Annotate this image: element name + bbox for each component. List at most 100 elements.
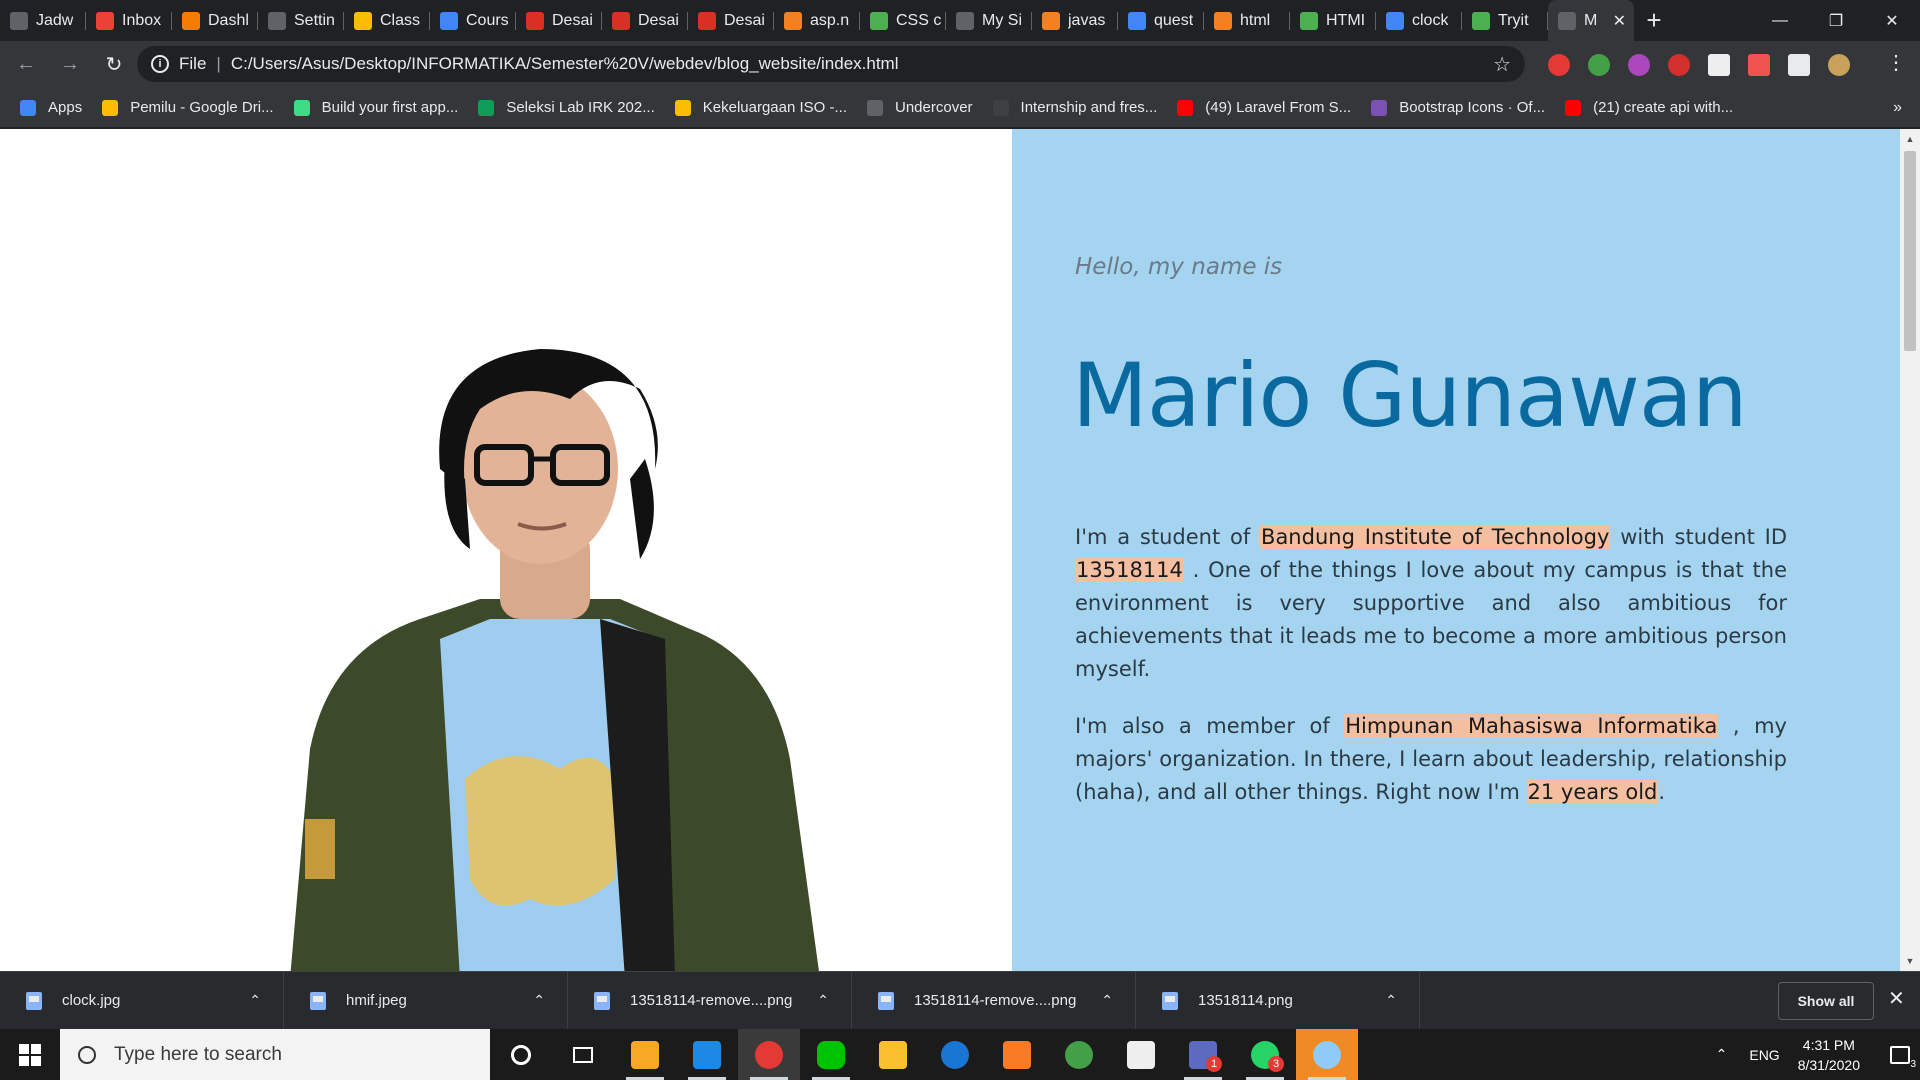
- site-info-icon[interactable]: i: [151, 55, 169, 73]
- calendar-extension-icon[interactable]: [1748, 53, 1770, 76]
- edge-taskbar-icon[interactable]: [924, 1029, 986, 1080]
- browser-tab[interactable]: Dashl: [172, 0, 258, 41]
- record-extension-icon[interactable]: [1668, 53, 1690, 76]
- browser-tab[interactable]: M ✕: [1548, 0, 1634, 41]
- color-extension-icon[interactable]: [1628, 53, 1650, 76]
- download-item[interactable]: 13518114-remove....png ⌃: [568, 971, 852, 1030]
- greeting-text: Hello, my name is: [1075, 254, 1283, 280]
- browser-tab[interactable]: html: [1204, 0, 1290, 41]
- download-item[interactable]: 13518114-remove....png ⌃: [852, 971, 1136, 1030]
- media-player-taskbar-icon[interactable]: [614, 1029, 676, 1080]
- drive-extension-icon[interactable]: [1588, 53, 1610, 76]
- close-shelf-icon[interactable]: ✕: [1888, 986, 1905, 1011]
- scroll-down-icon[interactable]: ▼: [1904, 955, 1916, 967]
- tab-title: Settin: [294, 11, 335, 29]
- scrollbar-thumb[interactable]: [1904, 151, 1916, 351]
- line-taskbar-icon[interactable]: [800, 1029, 862, 1080]
- bookmark-item[interactable]: Bootstrap Icons · Of...: [1371, 99, 1545, 116]
- profile-avatar[interactable]: [1828, 53, 1850, 76]
- bookmark-item[interactable]: Internship and fres...: [992, 99, 1157, 116]
- browser-tab[interactable]: Desai: [602, 0, 688, 41]
- browser-tab[interactable]: Cours: [430, 0, 516, 41]
- notification-center-icon[interactable]: 3: [1880, 1029, 1920, 1080]
- tray-chevron-icon[interactable]: ⌃: [1716, 1046, 1728, 1063]
- browser-tab[interactable]: Inbox: [86, 0, 172, 41]
- adblock-extension-icon[interactable]: [1548, 53, 1570, 76]
- browser-tab[interactable]: Jadw: [0, 0, 86, 41]
- chevron-up-icon[interactable]: ⌃: [533, 992, 545, 1009]
- taskbar-search-input[interactable]: Type here to search: [60, 1029, 490, 1080]
- file-explorer-taskbar-icon[interactable]: [862, 1029, 924, 1080]
- download-item[interactable]: hmif.jpeg ⌃: [284, 971, 568, 1030]
- reload-button[interactable]: ↻: [96, 47, 132, 83]
- tab-title: Tryit: [1498, 11, 1529, 29]
- teams-taskbar-icon[interactable]: 1: [1172, 1029, 1234, 1080]
- about-panel: Hello, my name is Mario Gunawan I'm a st…: [1012, 129, 1900, 971]
- forward-button[interactable]: →: [52, 47, 88, 83]
- bookmarks-overflow-icon[interactable]: »: [1893, 99, 1902, 117]
- bookmark-item[interactable]: Pemilu - Google Dri...: [102, 99, 274, 116]
- browser-tab[interactable]: CSS c: [860, 0, 946, 41]
- chevron-up-icon[interactable]: ⌃: [1385, 992, 1397, 1009]
- chevron-up-icon[interactable]: ⌃: [817, 992, 829, 1009]
- taskbar-clock[interactable]: 4:31 PM 8/31/2020: [1798, 1035, 1860, 1075]
- page-scrollbar[interactable]: ▲ ▼: [1900, 129, 1920, 971]
- show-all-button[interactable]: Show all: [1778, 982, 1874, 1020]
- p1-text-1: I'm a student of: [1075, 525, 1261, 549]
- bookmark-label: (49) Laravel From S...: [1205, 99, 1352, 116]
- browser-tab[interactable]: asp.n: [774, 0, 860, 41]
- url-text[interactable]: C:/Users/Asus/Desktop/INFORMATIKA/Semest…: [231, 54, 899, 74]
- bookmark-item[interactable]: Build your first app...: [293, 99, 458, 116]
- browser-tab[interactable]: Tryit: [1462, 0, 1548, 41]
- start-button[interactable]: [0, 1029, 60, 1080]
- bookmark-item[interactable]: Kekeluargaan ISO -...: [674, 99, 847, 116]
- new-tab-button[interactable]: +: [1634, 0, 1674, 41]
- address-bar[interactable]: i File | C:/Users/Asus/Desktop/INFORMATI…: [137, 46, 1525, 82]
- browser-tab[interactable]: Settin: [258, 0, 344, 41]
- chrome-profile-taskbar-icon[interactable]: [1296, 1029, 1358, 1080]
- scroll-up-icon[interactable]: ▲: [1904, 133, 1916, 145]
- browser-tab[interactable]: Class: [344, 0, 430, 41]
- tab-title: HTMI: [1326, 11, 1366, 29]
- back-button[interactable]: ←: [8, 47, 44, 83]
- download-item[interactable]: 13518114.png ⌃: [1136, 971, 1420, 1030]
- tab-title: Class: [380, 11, 421, 29]
- minimize-button[interactable]: —: [1752, 0, 1808, 41]
- task-view-icon[interactable]: [552, 1029, 614, 1080]
- whatsapp-taskbar-icon[interactable]: 3: [1234, 1029, 1296, 1080]
- globe-app-taskbar-icon[interactable]: [1048, 1029, 1110, 1080]
- browser-tab[interactable]: quest: [1118, 0, 1204, 41]
- cortana-icon[interactable]: [490, 1029, 552, 1080]
- stackoverflow-icon: [784, 11, 802, 30]
- puzzle-extensions-icon[interactable]: [1788, 53, 1810, 76]
- close-tab-icon[interactable]: ✕: [1613, 11, 1626, 31]
- browser-tab[interactable]: javas: [1032, 0, 1118, 41]
- restore-button[interactable]: ❐: [1808, 0, 1864, 41]
- chevron-up-icon[interactable]: ⌃: [249, 992, 261, 1009]
- browser-tab[interactable]: clock: [1376, 0, 1462, 41]
- chevron-up-icon[interactable]: ⌃: [1101, 992, 1113, 1009]
- language-indicator[interactable]: ENG: [1749, 1047, 1779, 1063]
- browser-tab[interactable]: My Si: [946, 0, 1032, 41]
- url-separator: |: [216, 54, 221, 73]
- xampp-taskbar-icon[interactable]: [986, 1029, 1048, 1080]
- browser-tab[interactable]: HTMI: [1290, 0, 1376, 41]
- bookmark-item[interactable]: Undercover: [867, 99, 973, 116]
- bookmark-item[interactable]: (21) create api with...: [1565, 99, 1733, 116]
- google-icon: [1128, 11, 1146, 30]
- bookmark-item[interactable]: Apps: [20, 99, 82, 116]
- close-window-button[interactable]: ✕: [1864, 0, 1920, 41]
- bookmark-star-icon[interactable]: ☆: [1493, 52, 1511, 77]
- browser-tab[interactable]: Desai: [688, 0, 774, 41]
- store-taskbar-icon[interactable]: [1110, 1029, 1172, 1080]
- download-item[interactable]: clock.jpg ⌃: [0, 971, 284, 1030]
- system-tray: ⌃ ENG 4:31 PM 8/31/2020 3: [1716, 1029, 1920, 1080]
- browser-tab[interactable]: Desai: [516, 0, 602, 41]
- chrome-menu-icon[interactable]: ⋮: [1886, 53, 1906, 73]
- download-filename: clock.jpg: [62, 992, 121, 1009]
- bookmark-item[interactable]: (49) Laravel From S...: [1177, 99, 1351, 116]
- k-extension-icon[interactable]: [1708, 53, 1730, 76]
- chrome-taskbar-icon[interactable]: [738, 1029, 800, 1080]
- vscode-taskbar-icon[interactable]: [676, 1029, 738, 1080]
- bookmark-item[interactable]: Seleksi Lab IRK 202...: [478, 99, 655, 116]
